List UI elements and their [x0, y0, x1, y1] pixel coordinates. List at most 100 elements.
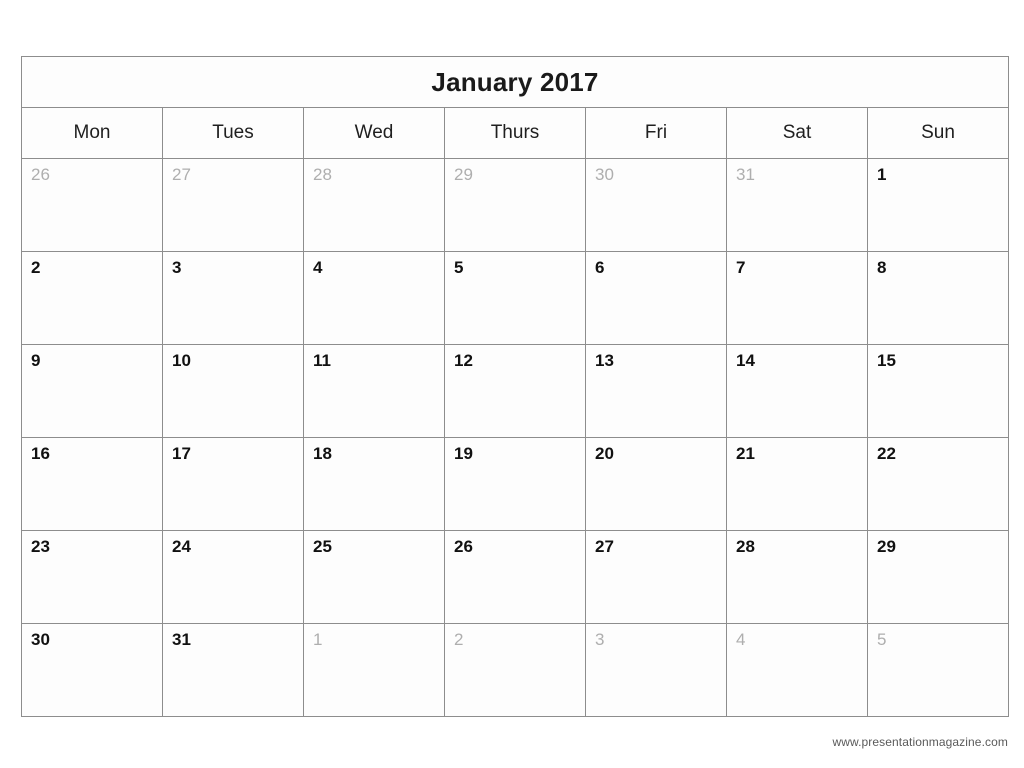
calendar-day-cell[interactable]: 5	[867, 623, 1009, 717]
day-number: 17	[172, 444, 191, 463]
day-number: 22	[877, 444, 896, 463]
day-number: 29	[454, 165, 473, 184]
calendar-day-cell[interactable]: 12	[444, 344, 586, 438]
day-number: 26	[31, 165, 50, 184]
day-number: 15	[877, 351, 896, 370]
day-number: 20	[595, 444, 614, 463]
calendar-day-cell[interactable]: 20	[585, 437, 727, 531]
day-number: 25	[313, 537, 332, 556]
day-number: 2	[31, 258, 41, 277]
calendar-day-cell[interactable]: 4	[726, 623, 868, 717]
calendar-day-cell[interactable]: 5	[444, 251, 586, 345]
day-number: 26	[454, 537, 473, 556]
calendar-day-cell[interactable]: 21	[726, 437, 868, 531]
day-number: 1	[313, 630, 323, 649]
calendar-container: January 2017 Mon Tues Wed Thurs Fri Sat Sun 26…	[21, 56, 1009, 717]
day-number: 24	[172, 537, 191, 556]
calendar-day-cell[interactable]: 28	[303, 158, 445, 252]
weekday-header-fri: Fri	[585, 107, 727, 159]
calendar-day-cell[interactable]: 17	[162, 437, 304, 531]
day-number: 28	[313, 165, 332, 184]
month-calendar-table: January 2017 Mon Tues Wed Thurs Fri Sat Sun 26…	[21, 56, 1009, 717]
calendar-day-cell[interactable]: 19	[444, 437, 586, 531]
day-number: 6	[595, 258, 605, 277]
calendar-day-cell[interactable]: 27	[162, 158, 304, 252]
day-number: 16	[31, 444, 50, 463]
day-number: 3	[172, 258, 182, 277]
calendar-title: January 2017	[21, 56, 1009, 108]
day-number: 9	[31, 351, 41, 370]
calendar-day-cell[interactable]: 3	[162, 251, 304, 345]
weekday-header-thurs: Thurs	[444, 107, 586, 159]
calendar-body: 26 27 28 29 30 31 1 2 3 4 5 6 7 8 9 10 11 12 13 14 15 16 17 18 1…	[21, 158, 1009, 717]
calendar-day-cell[interactable]: 31	[162, 623, 304, 717]
calendar-day-cell[interactable]: 8	[867, 251, 1009, 345]
day-number: 27	[595, 537, 614, 556]
day-number: 28	[736, 537, 755, 556]
day-number: 21	[736, 444, 755, 463]
day-number: 5	[877, 630, 887, 649]
day-number: 4	[313, 258, 323, 277]
calendar-header: January 2017 Mon Tues Wed Thurs Fri Sat Sun	[21, 56, 1009, 159]
calendar-day-cell[interactable]: 26	[21, 158, 163, 252]
weekday-header-wed: Wed	[303, 107, 445, 159]
calendar-day-cell[interactable]: 22	[867, 437, 1009, 531]
calendar-day-cell[interactable]: 7	[726, 251, 868, 345]
calendar-day-cell[interactable]: 28	[726, 530, 868, 624]
calendar-day-cell[interactable]: 9	[21, 344, 163, 438]
calendar-week-row: 26 27 28 29 30 31 1	[21, 158, 1009, 252]
calendar-day-cell[interactable]: 29	[867, 530, 1009, 624]
day-number: 31	[172, 630, 191, 649]
calendar-day-cell[interactable]: 16	[21, 437, 163, 531]
day-number: 30	[31, 630, 50, 649]
day-number: 31	[736, 165, 755, 184]
day-number: 11	[313, 351, 331, 370]
footer-credit: www.presentationmagazine.com	[832, 735, 1008, 749]
weekday-header-sun: Sun	[867, 107, 1009, 159]
calendar-day-cell[interactable]: 27	[585, 530, 727, 624]
calendar-day-cell[interactable]: 1	[303, 623, 445, 717]
calendar-day-cell[interactable]: 30	[21, 623, 163, 717]
calendar-day-cell[interactable]: 4	[303, 251, 445, 345]
day-number: 13	[595, 351, 614, 370]
day-number: 19	[454, 444, 473, 463]
calendar-day-cell[interactable]: 29	[444, 158, 586, 252]
calendar-day-cell[interactable]: 23	[21, 530, 163, 624]
calendar-day-cell[interactable]: 2	[444, 623, 586, 717]
day-number: 7	[736, 258, 746, 277]
calendar-day-cell[interactable]: 3	[585, 623, 727, 717]
calendar-day-cell[interactable]: 26	[444, 530, 586, 624]
calendar-day-cell[interactable]: 18	[303, 437, 445, 531]
day-number: 23	[31, 537, 50, 556]
calendar-week-row: 2 3 4 5 6 7 8	[21, 251, 1009, 345]
calendar-title-row: January 2017	[21, 56, 1009, 108]
calendar-week-row: 23 24 25 26 27 28 29	[21, 530, 1009, 624]
calendar-day-cell[interactable]: 24	[162, 530, 304, 624]
calendar-day-cell[interactable]: 6	[585, 251, 727, 345]
calendar-day-cell[interactable]: 13	[585, 344, 727, 438]
weekday-header-tues: Tues	[162, 107, 304, 159]
calendar-week-row: 9 10 11 12 13 14 15	[21, 344, 1009, 438]
calendar-week-row: 30 31 1 2 3 4 5	[21, 623, 1009, 717]
calendar-day-cell[interactable]: 10	[162, 344, 304, 438]
weekday-header-row: Mon Tues Wed Thurs Fri Sat Sun	[21, 107, 1009, 159]
day-number: 12	[454, 351, 473, 370]
weekday-header-mon: Mon	[21, 107, 163, 159]
day-number: 5	[454, 258, 464, 277]
calendar-day-cell[interactable]: 11	[303, 344, 445, 438]
calendar-day-cell[interactable]: 1	[867, 158, 1009, 252]
calendar-week-row: 16 17 18 19 20 21 22	[21, 437, 1009, 531]
calendar-day-cell[interactable]: 25	[303, 530, 445, 624]
day-number: 27	[172, 165, 191, 184]
calendar-day-cell[interactable]: 30	[585, 158, 727, 252]
calendar-day-cell[interactable]: 15	[867, 344, 1009, 438]
day-number: 18	[313, 444, 332, 463]
calendar-day-cell[interactable]: 2	[21, 251, 163, 345]
day-number: 10	[172, 351, 191, 370]
day-number: 29	[877, 537, 896, 556]
calendar-day-cell[interactable]: 31	[726, 158, 868, 252]
day-number: 14	[736, 351, 755, 370]
day-number: 3	[595, 630, 605, 649]
calendar-day-cell[interactable]: 14	[726, 344, 868, 438]
day-number: 4	[736, 630, 746, 649]
